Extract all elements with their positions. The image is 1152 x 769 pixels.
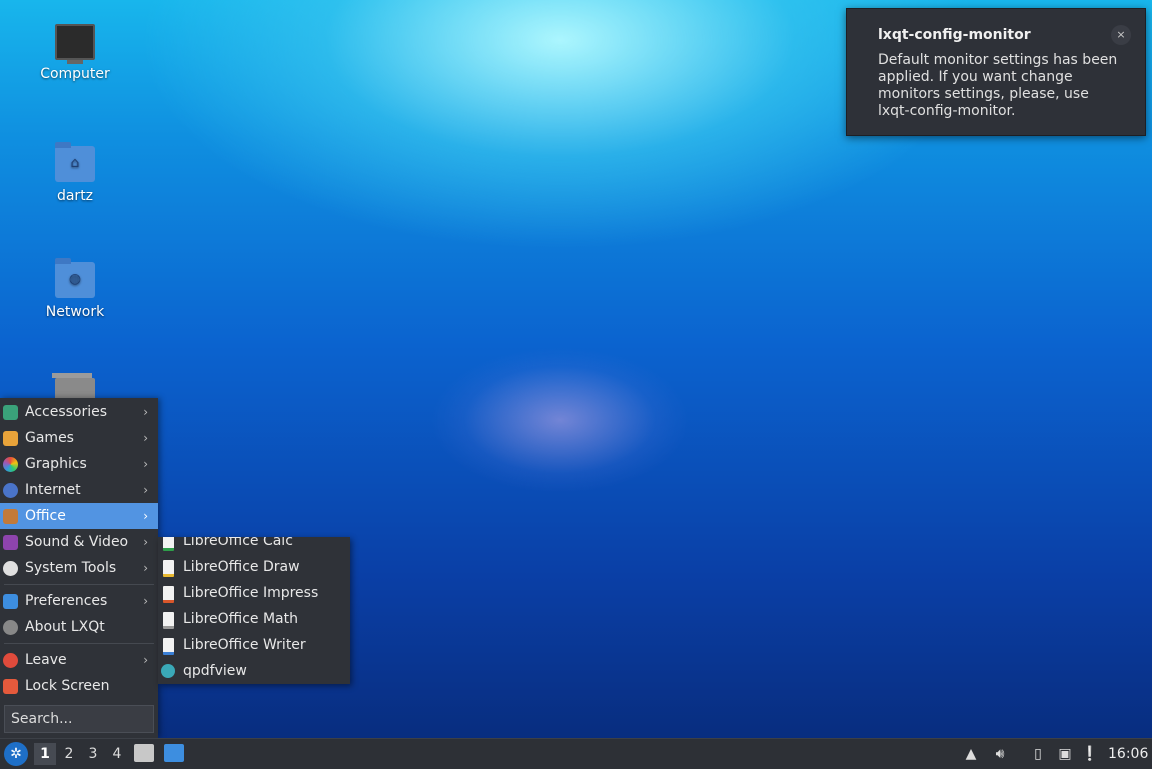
network-folder-icon: ◍ <box>55 258 95 298</box>
office-submenu: LibreOffice Calc LibreOffice Draw LibreO… <box>158 537 350 684</box>
chevron-right-icon: › <box>143 431 148 445</box>
menu-separator <box>4 584 154 585</box>
graphics-icon <box>3 457 18 472</box>
tray-up-arrow-icon[interactable]: ▲ <box>962 743 980 765</box>
menu-item-label: Lock Screen <box>25 678 110 694</box>
desktop-icon-network[interactable]: ◍ Network <box>25 258 125 320</box>
submenu-item-writer[interactable]: LibreOffice Writer <box>158 632 350 658</box>
drawing-icon <box>163 560 174 577</box>
submenu-item-draw[interactable]: LibreOffice Draw <box>158 554 350 580</box>
presentation-icon <box>163 586 174 603</box>
submenu-item-label: LibreOffice Calc <box>183 537 293 549</box>
menu-item-about[interactable]: About LXQt <box>0 614 158 640</box>
accessories-icon <box>3 405 18 420</box>
notification-popup[interactable]: lxqt-config-monitor Default monitor sett… <box>846 8 1146 136</box>
network-monitor-icon[interactable]: ▣ <box>1055 743 1075 765</box>
chevron-right-icon: › <box>143 483 148 497</box>
power-icon <box>3 653 18 668</box>
spreadsheet-icon <box>163 537 174 551</box>
application-menu: Accessories › Games › Graphics › Interne… <box>0 398 158 738</box>
chevron-right-icon: › <box>143 535 148 549</box>
notification-alert-icon[interactable]: ❕ <box>1080 743 1100 765</box>
chevron-right-icon: › <box>143 653 148 667</box>
submenu-item-label: LibreOffice Draw <box>183 559 300 575</box>
lxqt-start-icon[interactable]: ✲ <box>4 742 28 766</box>
submenu-item-label: LibreOffice Impress <box>183 585 319 601</box>
file-manager-icon[interactable] <box>134 744 154 762</box>
lock-icon <box>3 679 18 694</box>
notification-title: lxqt-config-monitor <box>878 27 1031 43</box>
chevron-right-icon: › <box>143 405 148 419</box>
notification-body: Default monitor settings has been applie… <box>878 52 1118 119</box>
menu-item-label: Leave <box>25 652 67 668</box>
menu-separator <box>4 643 154 644</box>
menu-item-label: Sound & Video <box>25 534 129 550</box>
taskbar: ✲ 1 2 3 4 ▲ 🔊︎ ▯ ▣ ❕ 16:06 <box>0 738 1152 769</box>
menu-item-label: System Tools <box>25 560 117 576</box>
home-folder-icon: ⌂ <box>55 142 95 182</box>
desktop-icon-computer[interactable]: Computer <box>25 24 125 82</box>
games-icon <box>3 431 18 446</box>
volume-icon[interactable]: 🔊︎ <box>990 743 1010 765</box>
desktop-switch-2[interactable]: 2 <box>58 743 80 765</box>
menu-item-label: About LXQt <box>25 619 105 635</box>
menu-item-internet[interactable]: Internet › <box>0 477 158 503</box>
document-icon <box>163 638 174 655</box>
menu-item-preferences[interactable]: Preferences › <box>0 588 158 614</box>
menu-item-leave[interactable]: Leave › <box>0 647 158 673</box>
system-tools-icon <box>3 561 18 576</box>
menu-item-office[interactable]: Office › <box>0 503 158 529</box>
close-icon[interactable]: × <box>1111 25 1131 45</box>
submenu-item-label: LibreOffice Math <box>183 611 298 627</box>
submenu-item-impress[interactable]: LibreOffice Impress <box>158 580 350 606</box>
briefcase-icon <box>3 509 18 524</box>
chevron-right-icon: › <box>143 561 148 575</box>
clock[interactable]: 16:06 <box>1108 743 1148 765</box>
menu-item-graphics[interactable]: Graphics › <box>0 451 158 477</box>
clipboard-icon[interactable]: ▯ <box>1028 743 1048 765</box>
info-icon <box>3 620 18 635</box>
multimedia-icon <box>3 535 18 550</box>
submenu-item-math[interactable]: LibreOffice Math <box>158 606 350 632</box>
submenu-item-qpdfview[interactable]: qpdfview <box>158 658 350 684</box>
computer-icon <box>55 24 95 64</box>
menu-item-sound-video[interactable]: Sound & Video › <box>0 529 158 555</box>
menu-item-lock-screen[interactable]: Lock Screen <box>0 673 158 699</box>
desktop-switch-4[interactable]: 4 <box>106 743 128 765</box>
show-desktop-icon[interactable] <box>164 744 184 762</box>
submenu-item-label: qpdfview <box>183 663 247 679</box>
desktop-switch-1[interactable]: 1 <box>34 743 56 765</box>
menu-item-label: Games <box>25 430 74 446</box>
submenu-item-calc[interactable]: LibreOffice Calc <box>158 537 350 554</box>
desktop-icon-label: Network <box>45 304 105 320</box>
formula-icon <box>163 612 174 629</box>
menu-item-label: Office <box>25 508 66 524</box>
desktop-switch-3[interactable]: 3 <box>82 743 104 765</box>
chevron-right-icon: › <box>143 457 148 471</box>
preferences-icon <box>3 594 18 609</box>
eye-icon <box>161 664 175 678</box>
menu-item-label: Graphics <box>25 456 87 472</box>
desktop-icon-label: Computer <box>40 66 110 82</box>
menu-item-games[interactable]: Games › <box>0 425 158 451</box>
desktop-icon-label: dartz <box>56 188 94 204</box>
menu-item-label: Preferences <box>25 593 108 609</box>
chevron-right-icon: › <box>143 509 148 523</box>
chevron-right-icon: › <box>143 594 148 608</box>
desktop-icon-home[interactable]: ⌂ dartz <box>25 142 125 204</box>
menu-item-label: Internet <box>25 482 81 498</box>
menu-item-label: Accessories <box>25 404 108 420</box>
menu-item-system-tools[interactable]: System Tools › <box>0 555 158 581</box>
menu-item-accessories[interactable]: Accessories › <box>0 399 158 425</box>
submenu-item-label: LibreOffice Writer <box>183 637 306 653</box>
menu-search-input[interactable]: Search... <box>4 705 154 733</box>
globe-icon <box>3 483 18 498</box>
